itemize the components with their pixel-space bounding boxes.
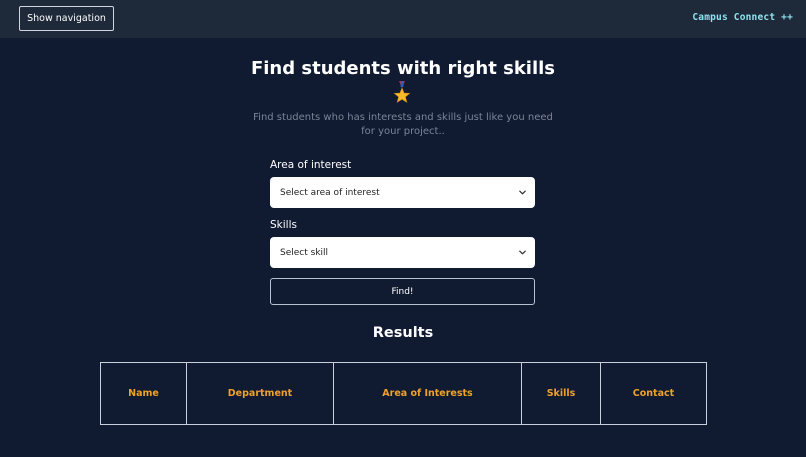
skills-select-value: Select skill: [280, 247, 329, 258]
page-subtitle: Find students who has interests and skil…: [253, 112, 553, 137]
column-header-contact: Contact: [600, 362, 707, 425]
chevron-down-icon: [519, 250, 526, 255]
interest-select-value: Select area of interest: [280, 187, 380, 198]
top-bar: Show navigation Campus Connect ++: [0, 0, 806, 38]
brand-logo[interactable]: Campus Connect ++: [692, 12, 793, 23]
show-navigation-button[interactable]: Show navigation: [19, 6, 114, 31]
table-header-row: Name Department Area of Interests Skills…: [100, 362, 707, 425]
chevron-down-icon: [519, 190, 526, 195]
find-button[interactable]: Find!: [270, 278, 535, 305]
results-heading: Results: [372, 325, 434, 341]
military-medal-icon: [393, 81, 411, 103]
column-header-name: Name: [100, 362, 187, 425]
skills-select[interactable]: Select skill: [270, 237, 535, 268]
column-header-area-of-interests: Area of Interests: [333, 362, 522, 425]
page-title: Find students with right skills: [250, 58, 556, 79]
results-table: Name Department Area of Interests Skills…: [100, 362, 707, 425]
skills-label: Skills: [270, 219, 297, 231]
column-header-skills: Skills: [521, 362, 601, 425]
interest-select[interactable]: Select area of interest: [270, 177, 535, 208]
column-header-department: Department: [186, 362, 334, 425]
interest-label: Area of interest: [270, 159, 352, 171]
